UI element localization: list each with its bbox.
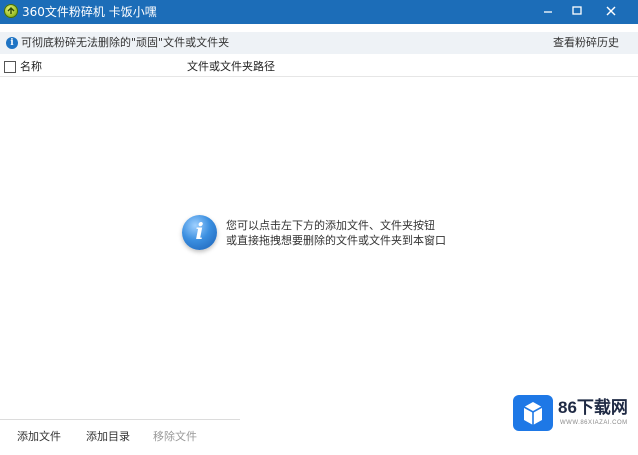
watermark-logo [513,395,553,431]
toolbar-divider [0,419,240,420]
select-all-checkbox[interactable] [4,61,16,73]
minimize-button[interactable] [533,0,563,22]
watermark-url: WWW.86XIAZAI.COM [560,420,628,426]
close-icon [606,6,616,16]
remove-file-button[interactable]: 移除文件 [153,430,197,444]
watermark-brand: 86下载网 [558,398,628,417]
info-circle-icon: i [182,215,217,250]
add-directory-button[interactable]: 添加目录 [86,430,130,444]
shredder-window: 360文件粉碎机 卡饭小嘿 i 可彻底粉碎无法删除的"顽固"文件或文件夹 查看粉… [0,0,638,455]
title-bar[interactable]: 360文件粉碎机 卡饭小嘿 [0,0,638,24]
hint-line-2: 或直接拖拽想要删除的文件或文件夹到本窗口 [226,234,446,247]
info-icon: i [6,37,18,49]
view-history-link[interactable]: 查看粉碎历史 [553,36,619,50]
hint-line-1: 您可以点击左下方的添加文件、文件夹按钮 [226,219,435,232]
info-text: 可彻底粉碎无法删除的"顽固"文件或文件夹 [21,36,230,49]
minimize-icon [544,11,552,13]
maximize-button[interactable] [562,0,592,22]
column-header-name[interactable]: 名称 [20,60,42,74]
shredder-app-icon [4,4,18,18]
file-list-header: 名称 文件或文件夹路径 [0,58,638,77]
maximize-icon [572,6,582,15]
add-file-button[interactable]: 添加文件 [17,430,61,444]
info-bar: i 可彻底粉碎无法删除的"顽固"文件或文件夹 查看粉碎历史 [0,32,638,54]
window-title: 360文件粉碎机 卡饭小嘿 [22,5,157,19]
close-button[interactable] [596,0,626,22]
column-header-path[interactable]: 文件或文件夹路径 [187,60,275,74]
